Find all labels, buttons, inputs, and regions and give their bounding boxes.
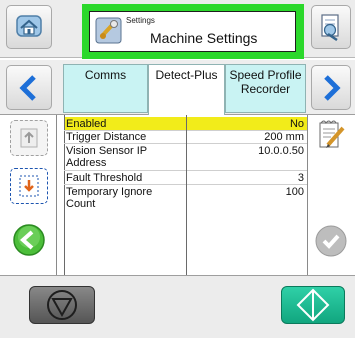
home-icon — [16, 15, 42, 37]
stop-button[interactable] — [29, 286, 95, 324]
back-arrow-icon — [13, 224, 45, 256]
column-divider — [186, 115, 187, 275]
chevron-right-icon — [324, 74, 341, 101]
stop-icon — [47, 290, 77, 320]
home-button[interactable] — [6, 5, 52, 49]
setting-label-vision-sensor-ip[interactable]: Vision Sensor IP Address — [66, 145, 184, 169]
check-icon — [315, 225, 347, 257]
setting-label-trigger-distance[interactable]: Trigger Distance — [66, 131, 184, 143]
start-button[interactable] — [281, 286, 345, 324]
edit-button[interactable] — [316, 119, 348, 153]
setting-value-temporary-ignore-count[interactable]: 100 — [190, 186, 304, 198]
title-small-label: Settings — [126, 16, 155, 25]
upload-icon — [20, 128, 38, 148]
setting-label-enabled[interactable]: Enabled — [66, 118, 184, 130]
chevron-left-icon — [19, 74, 36, 101]
export-icon — [321, 14, 339, 41]
edit-icon — [319, 120, 345, 148]
previous-tab-button[interactable] — [6, 65, 52, 110]
settings-icon — [94, 14, 124, 46]
tab-speed-profile-recorder[interactable]: Speed Profile Recorder — [225, 64, 306, 113]
confirm-button[interactable] — [314, 224, 348, 258]
setting-label-fault-threshold[interactable]: Fault Threshold — [66, 172, 184, 184]
download-icon — [19, 175, 39, 197]
tab-detect-plus[interactable]: Detect-Plus — [148, 64, 225, 116]
setting-value-fault-threshold[interactable]: 3 — [190, 172, 304, 184]
download-button[interactable] — [10, 168, 48, 204]
setting-value-vision-sensor-ip[interactable]: 10.0.0.50 — [190, 145, 304, 157]
start-icon — [296, 288, 330, 322]
setting-label-temporary-ignore-count[interactable]: Temporary Ignore Count — [66, 186, 178, 210]
tab-comms[interactable]: Comms — [63, 64, 148, 113]
export-button[interactable] — [311, 5, 351, 49]
setting-value-trigger-distance[interactable]: 200 mm — [190, 131, 304, 143]
upload-button[interactable] — [10, 120, 48, 156]
back-button[interactable] — [12, 223, 46, 257]
page-title: Machine Settings — [150, 30, 258, 46]
next-tab-button[interactable] — [311, 65, 351, 110]
setting-value-enabled[interactable]: No — [190, 118, 304, 130]
